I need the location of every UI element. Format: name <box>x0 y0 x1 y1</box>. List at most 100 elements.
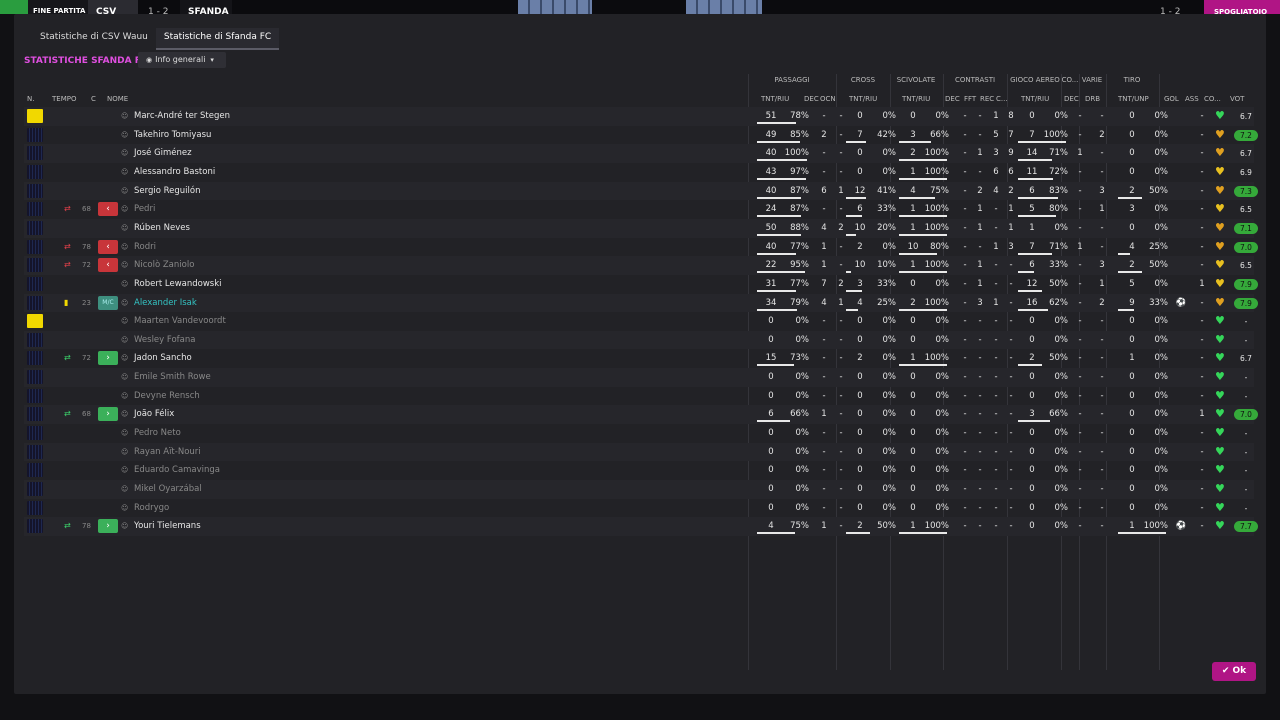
table-row[interactable]: ▮ 23 M/C ☺ Alexander Isak 34 79% 4 1 4 25% 2 100% -3 1… <box>24 293 1258 313</box>
player-name-link[interactable]: Maarten Vandevoordt <box>134 312 226 330</box>
condition-heart-icon: ♥ <box>1215 239 1225 253</box>
table-row[interactable]: ⇄ 68 ‹ ☺ Pedri 24 87% - -6 33% 1 100% -1-1 5 80% -1 3 0% -… <box>24 200 1254 219</box>
crosses-pct: 0% <box>882 166 897 177</box>
substitution-icon: ⇄ <box>64 204 71 214</box>
col-vot[interactable]: VOT <box>1230 95 1244 103</box>
player-name-link[interactable]: João Félix <box>134 405 174 423</box>
aerial-pct: 0% <box>1054 446 1069 457</box>
table-row[interactable]: ☺ Mikel Oyarzábal 0 0% - -0 0% 0 0% - - - -0 0% - -0 0% -… <box>24 480 1254 499</box>
contrasti-dec: - <box>963 409 967 420</box>
table-row[interactable]: ⇄ 68 › ☺ João Félix 6 66% 1-0 0% 0 0% - - - -3 66% - -0 0%… <box>24 405 1258 425</box>
player-name-link[interactable]: Robert Lewandowski <box>134 275 222 293</box>
player-name-link[interactable]: Marc-André ter Stegen <box>134 107 230 125</box>
col-pass-tnt-riu[interactable]: TNT/RIU <box>761 95 789 103</box>
person-icon: ☺ <box>121 485 129 493</box>
table-row[interactable]: ☺ José Giménez 40 100% - -0 0% 2 100% -1 3 9 14 71% 1-… <box>24 144 1254 163</box>
table-row[interactable]: ☺ Alessandro Bastoni 43 97% - -0 0% 1 100% - -6 6 11… <box>24 163 1254 182</box>
crosses-count: 0 <box>857 372 863 383</box>
col-gol[interactable]: GOL <box>1164 95 1179 103</box>
player-name-link[interactable]: Youri Tielemans <box>134 517 201 535</box>
table-row[interactable]: ⇄ 72 ‹ ☺ Nicolò Zaniolo 22 95% 1-10 10% 1 100% -1- -… <box>24 256 1254 275</box>
col-contr-rec[interactable]: REC <box>980 95 994 103</box>
table-row[interactable]: ☺ Rúben Neves 50 88% 4 2 10 20% 1 100% -1-1 1 0% - -0 0… <box>24 218 1258 238</box>
shots-count: 0 <box>1129 316 1135 327</box>
col-contr-c[interactable]: C... <box>996 95 1008 103</box>
table-row[interactable]: ⇄ 78 › ☺ Youri Tielemans 4 75% 1-2 50% 1 100% - - - -0… <box>24 517 1258 536</box>
contrasti-rec: - <box>994 521 998 532</box>
col-contr-fft[interactable]: FFT <box>964 95 976 103</box>
player-name-link[interactable]: Pedri <box>134 200 155 218</box>
col-co-dec[interactable]: DEC <box>1064 95 1079 103</box>
passes-decisive: - <box>822 334 826 345</box>
player-name-link[interactable]: Takehiro Tomiyasu <box>134 126 211 144</box>
crosses-bar <box>846 532 870 535</box>
table-row[interactable]: ☺ Pedro Neto 0 0% - -0 0% 0 0% - - - -0 0% - -0 0% - ♥ - <box>24 424 1254 443</box>
aerial-count: 0 <box>1029 465 1035 476</box>
player-name-link[interactable]: Alessandro Bastoni <box>134 163 215 181</box>
tackles-bar <box>899 196 935 199</box>
view-dropdown[interactable]: ◉ Info generali ▾ <box>138 52 226 68</box>
table-row[interactable]: ☺ Rodrygo 0 0% - -0 0% 0 0% - - - -0 0% - -0 0% - ♥ - <box>24 499 1254 518</box>
crosses-pct: 25% <box>877 297 896 308</box>
col-pass-dec[interactable]: DEC <box>804 95 819 103</box>
col-aereo-tnt-riu[interactable]: TNT/RIU <box>1021 95 1049 103</box>
table-row[interactable]: ☺ Marc-André ter Stegen 51 78% - -0 0% 0 0% - -1 8 0… <box>24 107 1254 126</box>
shirt-number-icon <box>27 370 43 385</box>
aerial-pct: 0% <box>1054 390 1069 401</box>
table-row[interactable]: ☺ Takehiro Tomiyasu 49 85% 2-7 42% 3 66% - -5 7 7 10… <box>24 126 1258 145</box>
col-tiro-tnt-unp[interactable]: TNT/UNP <box>1118 95 1149 103</box>
player-name-link[interactable]: Mikel Oyarzábal <box>134 480 202 498</box>
player-name-link[interactable]: Pedro Neto <box>134 424 181 442</box>
col-nome[interactable]: NOME <box>107 95 128 103</box>
co-dec: - <box>1078 353 1082 364</box>
aerial-pct: 50% <box>1049 353 1068 364</box>
col-n[interactable]: N. <box>27 95 34 103</box>
player-name-link[interactable]: Eduardo Camavinga <box>134 461 220 479</box>
player-name-link[interactable]: Wesley Fofana <box>134 331 195 349</box>
person-icon: ☺ <box>121 167 129 176</box>
tackles-bar <box>899 215 947 218</box>
col-tempo[interactable]: TEMPO <box>52 95 76 103</box>
table-row[interactable]: ☺ Robert Lewandowski 31 77% 7 2 3 33% 0 0% -1- -12 5… <box>24 275 1258 294</box>
col-sciv-tnt-riu[interactable]: TNT/RIU <box>902 95 930 103</box>
dressing-room-button[interactable]: SPOGLIATOIO <box>1204 0 1280 14</box>
player-name-link[interactable]: Rodri <box>134 238 156 256</box>
player-name-link[interactable]: Alexander Isak <box>134 294 197 312</box>
table-row[interactable]: ☺ Wesley Fofana 0 0% - -0 0% 0 0% - - - -0 0% - -0 0% - ♥ - <box>24 330 1254 350</box>
dribbles: - <box>1100 409 1104 420</box>
contrasti-rec: - <box>994 372 998 383</box>
co-dec: 1 <box>1077 148 1083 159</box>
passes-bar <box>757 308 797 311</box>
col-cross-tnt-riu[interactable]: TNT/RIU <box>849 95 877 103</box>
player-name-link[interactable]: Devyne Rensch <box>134 387 200 405</box>
contrasti-c: 7 <box>1008 129 1014 140</box>
player-name-link[interactable]: Sergio Reguilón <box>134 182 200 200</box>
col-co[interactable]: CO... <box>1204 95 1221 103</box>
player-name-link[interactable]: Rodrygo <box>134 499 169 517</box>
col-ass[interactable]: ASS <box>1185 95 1199 103</box>
player-name-link[interactable]: Jadon Sancho <box>134 349 192 367</box>
tab-home-stats[interactable]: Statistiche di CSV Wauu <box>32 28 156 50</box>
table-row[interactable]: ⇄ 78 ‹ ☺ Rodri 40 77% 1-2 0% 10 80% - -1 3 7 71% 1-4 25% -… <box>24 238 1258 257</box>
tab-away-stats[interactable]: Statistiche di Sfanda FC <box>155 28 280 50</box>
table-row[interactable]: ☺ Devyne Rensch 0 0% - -0 0% 0 0% - - - -0 0% - -0 0% - ♥ - <box>24 387 1254 406</box>
condition-heart-icon: ♥ <box>1215 426 1225 440</box>
contrasti-rec: - <box>994 260 998 271</box>
table-row[interactable]: ☺ Emile Smith Rowe 0 0% - -0 0% 0 0% - - - -0 0% - -0 0%… <box>24 368 1254 387</box>
col-drb[interactable]: DRB <box>1085 95 1100 103</box>
col-c[interactable]: C <box>91 95 96 103</box>
player-name-link[interactable]: Rayan Aït-Nouri <box>134 443 201 461</box>
col-pass-ocn[interactable]: OCN <box>820 95 836 103</box>
table-row[interactable]: ⇄ 72 › ☺ Jadon Sancho 15 73% - -2 0% 1 100% - - - -2 50%… <box>24 349 1254 368</box>
table-row[interactable]: ☺ Maarten Vandevoordt 0 0% - -0 0% 0 0% - - - -0 0% - -… <box>24 312 1254 331</box>
player-name-link[interactable]: Rúben Neves <box>134 219 190 237</box>
tackles-pct: 0% <box>935 465 950 476</box>
ok-button[interactable]: ✔ Ok <box>1212 662 1256 681</box>
player-name-link[interactable]: Emile Smith Rowe <box>134 368 211 386</box>
player-name-link[interactable]: Nicolò Zaniolo <box>134 256 194 274</box>
player-name-link[interactable]: José Giménez <box>134 144 192 162</box>
table-row[interactable]: ☺ Eduardo Camavinga 0 0% - -0 0% 0 0% - - - -0 0% - -0 0… <box>24 461 1254 480</box>
col-contr-dec[interactable]: DEC <box>945 95 960 103</box>
table-row[interactable]: ☺ Rayan Aït-Nouri 0 0% - -0 0% 0 0% - - - -0 0% - -0 0% -… <box>24 442 1254 462</box>
table-row[interactable]: ☺ Sergio Reguilón 40 87% 6 1 12 41% 4 75% -2 4 2 6 83%… <box>24 181 1258 201</box>
